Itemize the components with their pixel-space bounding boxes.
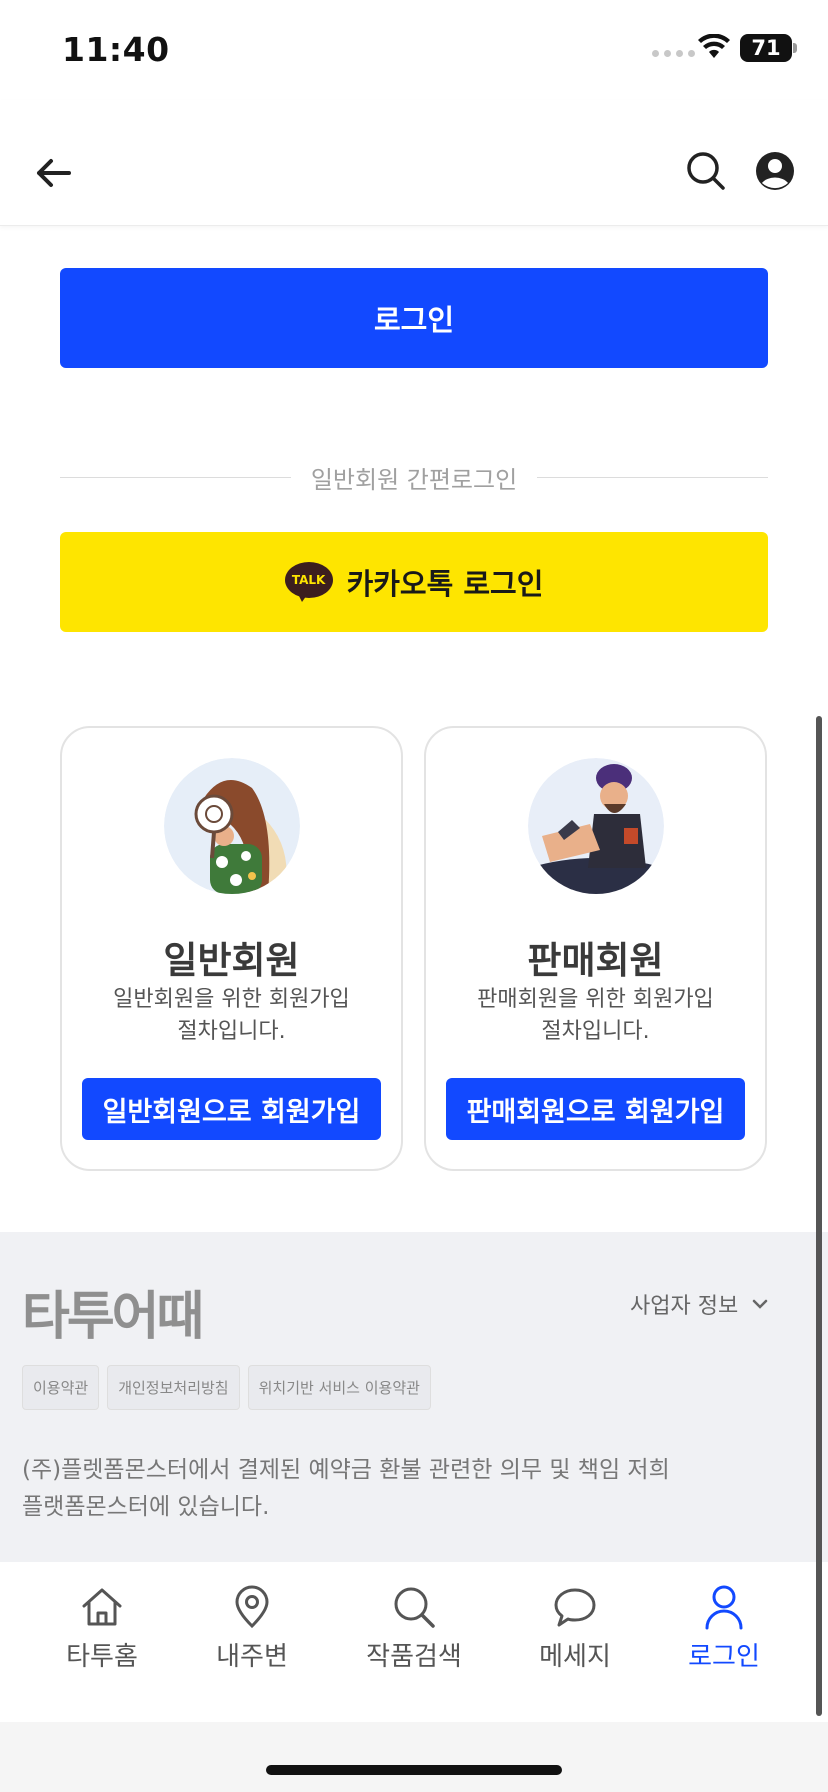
tab-label: 타투홈 bbox=[66, 1642, 138, 1672]
login-button[interactable]: 로그인 bbox=[60, 268, 768, 368]
tab-login[interactable]: 로그인 bbox=[659, 1584, 789, 1684]
user-profile-icon[interactable] bbox=[752, 148, 798, 194]
general-member-signup-button[interactable]: 일반회원으로 회원가입 bbox=[82, 1078, 381, 1140]
divider-line-left bbox=[60, 476, 291, 478]
home-icon bbox=[79, 1584, 125, 1630]
location-pin-icon bbox=[229, 1584, 275, 1630]
kakao-talk-icon-text: TALK bbox=[284, 562, 333, 598]
home-indicator[interactable] bbox=[266, 1765, 562, 1775]
tab-label: 작품검색 bbox=[366, 1642, 462, 1672]
business-info-toggle[interactable]: 사업자 정보 bbox=[630, 1288, 768, 1320]
card-description-line: 절차입니다. bbox=[177, 1019, 286, 1044]
tab-work-search[interactable]: 작품검색 bbox=[349, 1584, 479, 1684]
wifi-icon bbox=[697, 33, 731, 64]
tab-label: 로그인 bbox=[688, 1642, 760, 1672]
tattoo-artist-illustration-icon bbox=[528, 758, 664, 894]
easy-login-divider: 일반회원 간편로그인 bbox=[60, 457, 769, 497]
cellular-signal-icon bbox=[652, 50, 695, 57]
person-icon bbox=[701, 1584, 747, 1630]
tab-tattoo-home[interactable]: 타투홈 bbox=[37, 1584, 167, 1684]
bottom-tab-bar: 타투홈 내주변 작품검색 메세지 로그인 bbox=[0, 1562, 828, 1722]
card-description: 판매회원을 위한 회원가입 절차입니다. bbox=[456, 984, 735, 1048]
kakao-login-button[interactable]: TALK 카카오톡 로그인 bbox=[60, 532, 768, 632]
home-indicator-area bbox=[0, 1722, 828, 1792]
footer: 타투어때 사업자 정보 이용약관 개인정보처리방침 위치기반 서비스 이용약관 … bbox=[0, 1232, 828, 1562]
top-navigation bbox=[0, 100, 828, 226]
tab-messages[interactable]: 메세지 bbox=[510, 1584, 640, 1684]
tab-label: 내주변 bbox=[216, 1642, 288, 1672]
divider-text: 일반회원 간편로그인 bbox=[310, 465, 518, 494]
card-description-line: 일반회원을 위한 회원가입 bbox=[113, 987, 350, 1012]
card-title: 판매회원 bbox=[527, 939, 664, 982]
footer-logo: 타투어때 bbox=[22, 1287, 204, 1347]
back-arrow-icon[interactable] bbox=[30, 150, 76, 196]
location-terms-link[interactable]: 위치기반 서비스 이용약관 bbox=[247, 1365, 431, 1410]
seller-member-signup-button[interactable]: 판매회원으로 회원가입 bbox=[446, 1078, 745, 1140]
card-description-line: 절차입니다. bbox=[541, 1019, 650, 1044]
seller-member-card: 판매회원 판매회원을 위한 회원가입 절차입니다. 판매회원으로 회원가입 bbox=[424, 726, 767, 1171]
card-description-line: 판매회원을 위한 회원가입 bbox=[477, 987, 714, 1012]
vertical-scrollbar[interactable] bbox=[816, 716, 822, 1716]
card-description: 일반회원을 위한 회원가입 절차입니다. bbox=[92, 984, 371, 1048]
tab-nearby[interactable]: 내주변 bbox=[187, 1584, 317, 1684]
terms-link[interactable]: 이용약관 bbox=[22, 1365, 100, 1410]
status-bar: 11:40 71 bbox=[0, 0, 828, 100]
general-member-card: 일반회원 일반회원을 위한 회원가입 절차입니다. 일반회원으로 회원가입 bbox=[60, 726, 403, 1171]
magnifier-woman-illustration-icon bbox=[164, 758, 300, 894]
tab-label: 메세지 bbox=[539, 1642, 611, 1672]
search-icon[interactable] bbox=[683, 148, 729, 194]
battery-indicator: 71 bbox=[740, 34, 792, 62]
battery-tip bbox=[793, 43, 797, 53]
chevron-down-icon bbox=[752, 1299, 768, 1309]
status-time: 11:40 bbox=[62, 30, 170, 69]
footer-links: 이용약관 개인정보처리방침 위치기반 서비스 이용약관 bbox=[22, 1365, 431, 1410]
card-title: 일반회원 bbox=[163, 939, 300, 982]
privacy-policy-link[interactable]: 개인정보처리방침 bbox=[107, 1365, 240, 1410]
refund-notice-line: 플랫폼몬스터에 있습니다. bbox=[22, 1494, 270, 1520]
kakao-talk-icon: TALK bbox=[284, 562, 333, 602]
business-info-label: 사업자 정보 bbox=[630, 1294, 739, 1319]
search-icon bbox=[391, 1584, 437, 1630]
chat-bubble-icon bbox=[552, 1584, 598, 1630]
kakao-login-label: 카카오톡 로그인 bbox=[346, 567, 544, 601]
refund-notice-line: (주)플렛폼몬스터에서 결제된 예약금 환불 관련한 의무 및 책임 저희 bbox=[22, 1457, 670, 1483]
refund-notice: (주)플렛폼몬스터에서 결제된 예약금 환불 관련한 의무 및 책임 저희 플랫… bbox=[22, 1452, 742, 1526]
divider-line-right bbox=[537, 476, 769, 478]
